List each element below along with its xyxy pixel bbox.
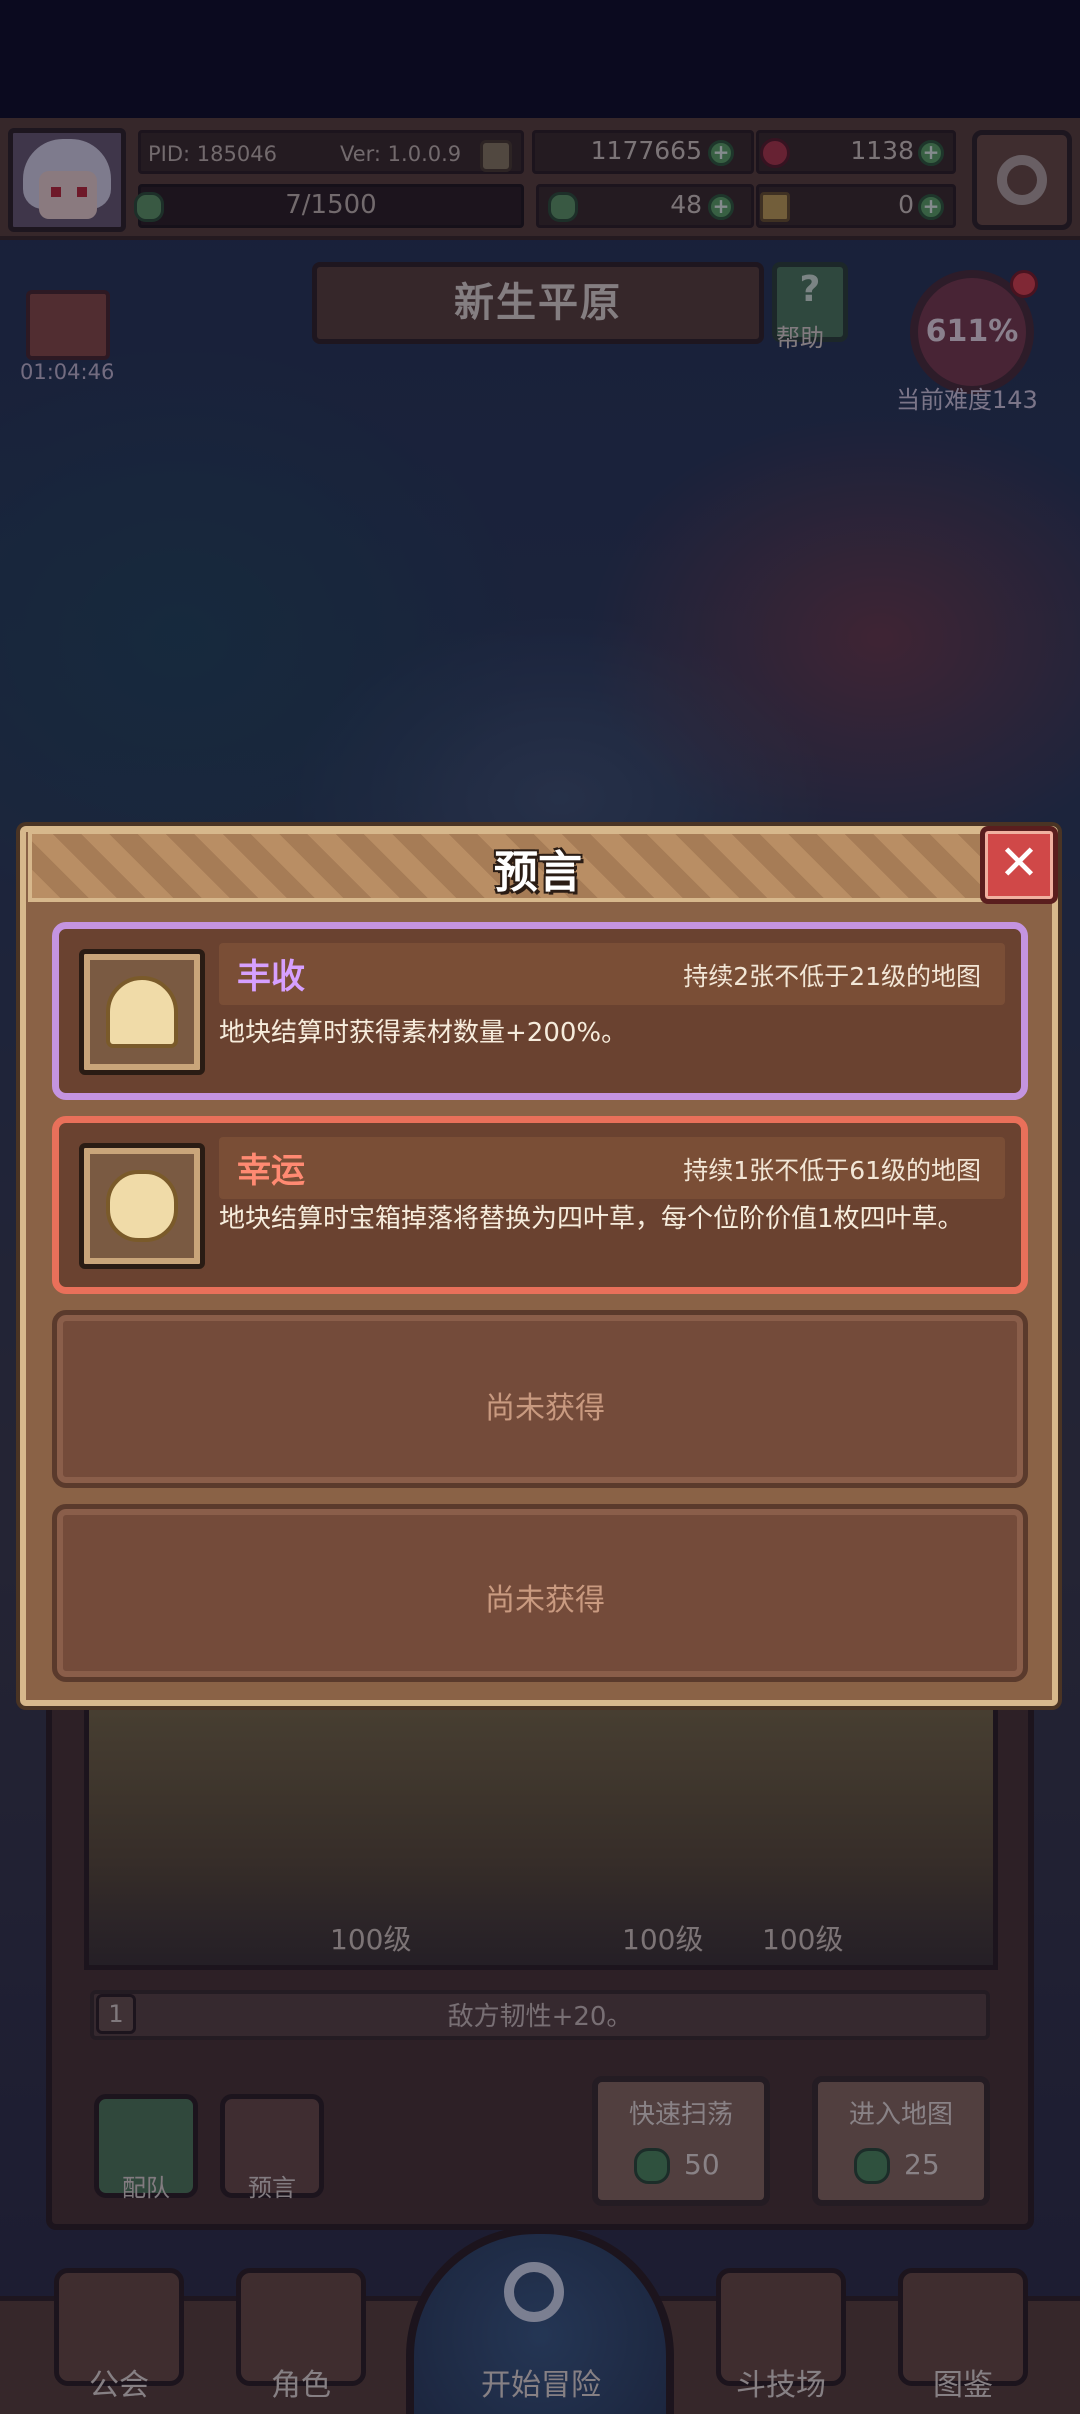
empty-prophecy-slot: 尚未获得 bbox=[52, 1310, 1028, 1488]
prophecy-description: 地块结算时获得素材数量+200%。 bbox=[219, 1018, 628, 1048]
prophecy-description: 地块结算时宝箱掉落将替换为四叶草，每个位阶价值1枚四叶草。 bbox=[219, 1204, 964, 1234]
close-button[interactable]: ✕ bbox=[980, 826, 1058, 904]
prophecy-condition: 持续2张不低于21级的地图 bbox=[683, 962, 981, 991]
dialog-title: 预言 bbox=[494, 847, 582, 898]
prophecy-icon-frame bbox=[79, 1143, 205, 1269]
wheat-icon bbox=[106, 976, 178, 1048]
prophecy-condition: 持续1张不低于61级的地图 bbox=[683, 1156, 981, 1185]
four-leaf-clover-icon bbox=[106, 1170, 178, 1242]
prophecy-card-harvest[interactable]: 丰收 持续2张不低于21级的地图 地块结算时获得素材数量+200%。 bbox=[52, 922, 1028, 1100]
prophecy-card-luck[interactable]: 幸运 持续1张不低于61级的地图 地块结算时宝箱掉落将替换为四叶草，每个位阶价值… bbox=[52, 1116, 1028, 1294]
empty-slot-text: 尚未获得 bbox=[485, 1391, 605, 1426]
prophecy-name: 幸运 bbox=[237, 1151, 305, 1191]
prophecy-name: 丰收 bbox=[237, 957, 305, 997]
empty-prophecy-slot: 尚未获得 bbox=[52, 1504, 1028, 1682]
game-screen: PID: 185046 Ver: 1.0.0.9 1177665 + 1138 … bbox=[0, 0, 1080, 2414]
prophecy-icon-frame bbox=[79, 949, 205, 1075]
close-icon: ✕ bbox=[998, 835, 1040, 891]
empty-slot-text: 尚未获得 bbox=[485, 1583, 605, 1618]
